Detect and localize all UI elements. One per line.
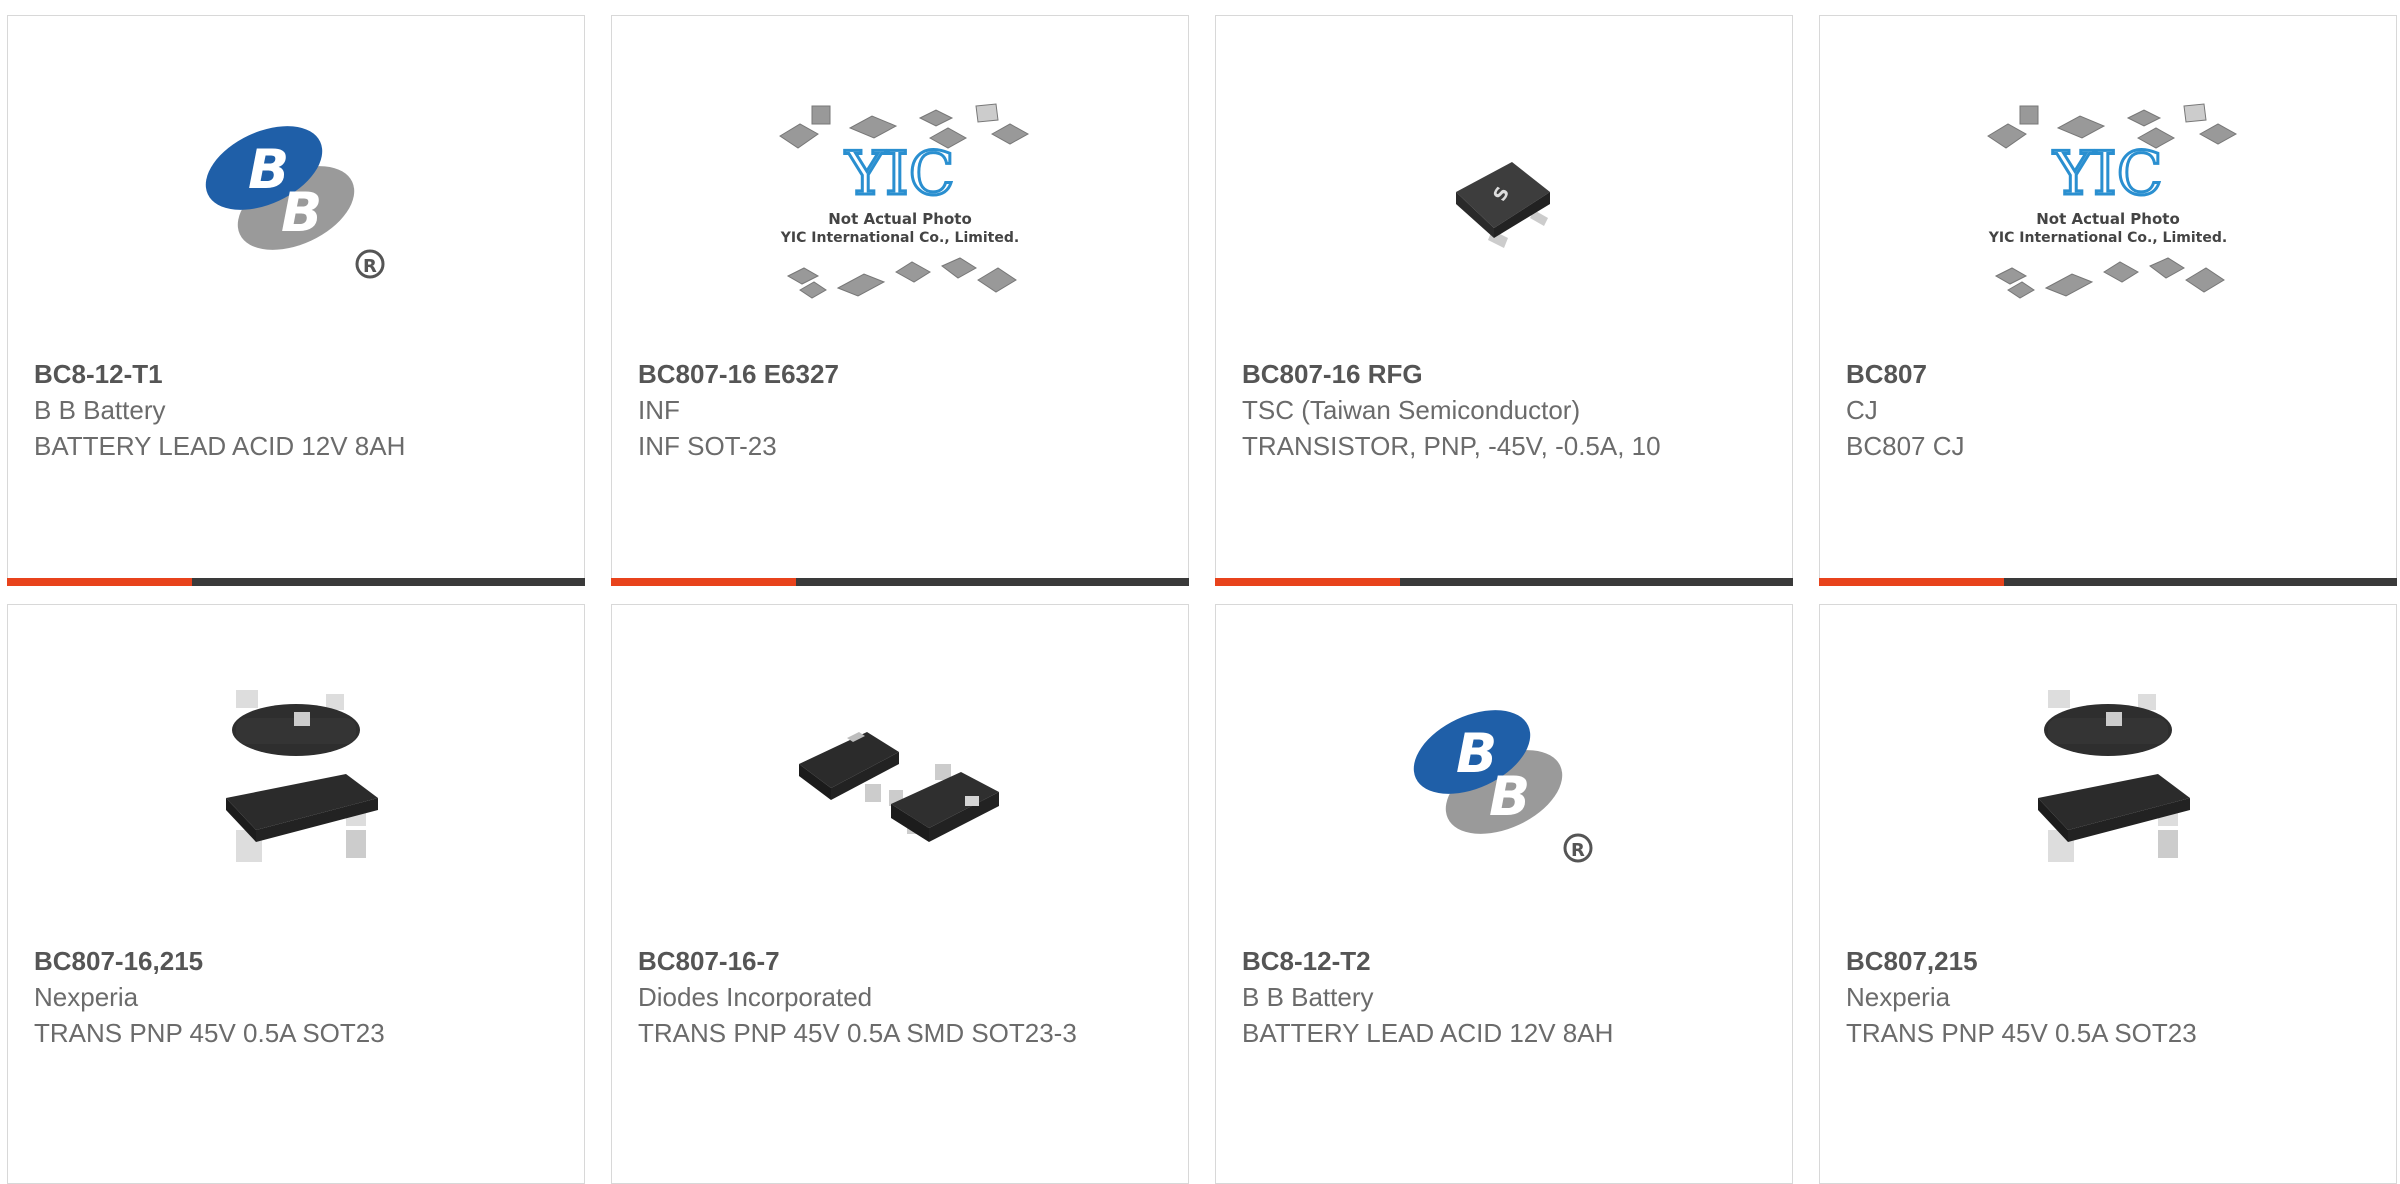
part-number[interactable]: BC8-12-T1 — [34, 356, 474, 392]
description: TRANS PNP 45V 0.5A SOT23 — [34, 1018, 385, 1048]
placeholder-caption: Not Actual Photo — [828, 210, 972, 228]
sot23-pair-icon — [799, 732, 999, 842]
product-image[interactable] — [1968, 660, 2248, 900]
part-number[interactable]: BC807-16 E6327 — [638, 356, 1078, 392]
description: TRANSISTOR, PNP, -45V, -0.5A, 10 — [1242, 431, 1661, 461]
manufacturer: Diodes Incorporated — [638, 982, 873, 1012]
part-number[interactable]: BC807 — [1846, 356, 2286, 392]
product-card[interactable]: YIC Not Actual Photo YIC International C… — [611, 15, 1189, 586]
product-info: BC807-16 RFG TSC (Taiwan Semiconductor) … — [1242, 356, 1682, 464]
product-info: BC807-16,215 Nexperia TRANS PNP 45V 0.5A… — [34, 943, 474, 1051]
placeholder-company: YIC International Co., Limited. — [1988, 230, 2227, 246]
manufacturer: B B Battery — [1242, 982, 1374, 1012]
product-card[interactable]: S BC807-16 RFG TSC (Taiwan Semiconductor… — [1215, 15, 1793, 586]
card-bottom-bar — [1819, 578, 2397, 586]
card-accent-bar — [7, 578, 192, 586]
description: TRANS PNP 45V 0.5A SMD SOT23-3 — [638, 1018, 1077, 1048]
sot23-pair-icon — [2038, 690, 2190, 862]
part-number[interactable]: BC807,215 — [1846, 943, 2286, 979]
card-bottom-bar — [1215, 578, 1793, 586]
part-number[interactable]: BC807-16,215 — [34, 943, 474, 979]
product-image[interactable] — [156, 660, 436, 900]
product-image[interactable]: S — [1364, 76, 1644, 316]
manufacturer: CJ — [1846, 395, 1878, 425]
svg-text:YIC: YIC — [2052, 139, 2162, 209]
description: BATTERY LEAD ACID 12V 8AH — [1242, 1018, 1614, 1048]
card-accent-bar — [1819, 578, 2004, 586]
manufacturer: B B Battery — [34, 395, 166, 425]
product-grid: B B R BC8-12-T1 B B Battery BATTERY LEAD… — [0, 0, 2400, 1184]
description: BC807 CJ — [1846, 431, 1965, 461]
sot23-chip-icon: S — [1456, 162, 1550, 248]
description: TRANS PNP 45V 0.5A SOT23 — [1846, 1018, 2197, 1048]
bb-battery-logo-icon: B B R — [1413, 710, 1593, 863]
product-card[interactable]: B B R BC8-12-T2 B B Battery BATTERY LEAD… — [1215, 604, 1793, 1184]
product-info: BC807,215 Nexperia TRANS PNP 45V 0.5A SO… — [1846, 943, 2286, 1051]
card-accent-bar — [611, 578, 796, 586]
bb-battery-logo-icon: B B R — [205, 126, 385, 279]
product-image[interactable]: B B R — [1364, 660, 1644, 900]
product-image[interactable]: YIC Not Actual Photo YIC International C… — [1968, 76, 2248, 316]
product-card[interactable]: BC807-16-7 Diodes Incorporated TRANS PNP… — [611, 604, 1189, 1184]
sot23-pair-icon — [226, 690, 378, 862]
product-image[interactable]: YIC Not Actual Photo YIC International C… — [760, 76, 1040, 316]
description: INF SOT-23 — [638, 431, 777, 461]
description: BATTERY LEAD ACID 12V 8AH — [34, 431, 406, 461]
manufacturer: Nexperia — [1846, 982, 1951, 1012]
product-image[interactable] — [760, 660, 1040, 900]
svg-text:R: R — [363, 256, 377, 277]
card-bottom-bar — [611, 578, 1189, 586]
manufacturer: TSC (Taiwan Semiconductor) — [1242, 395, 1581, 425]
part-number[interactable]: BC8-12-T2 — [1242, 943, 1682, 979]
product-info: BC807 CJ BC807 CJ — [1846, 356, 2286, 464]
yic-placeholder-icon: YIC Not Actual Photo YIC International C… — [1987, 103, 2238, 299]
svg-text:B: B — [1489, 765, 1530, 828]
placeholder-caption: Not Actual Photo — [2036, 210, 2180, 228]
card-bottom-bar — [7, 578, 585, 586]
product-image[interactable]: B B R — [156, 76, 436, 316]
part-number[interactable]: BC807-16 RFG — [1242, 356, 1682, 392]
product-info: BC8-12-T1 B B Battery BATTERY LEAD ACID … — [34, 356, 474, 464]
svg-text:B: B — [281, 181, 322, 244]
svg-text:YIC: YIC — [844, 139, 954, 209]
product-card[interactable]: BC807,215 Nexperia TRANS PNP 45V 0.5A SO… — [1819, 604, 2397, 1184]
product-info: BC807-16-7 Diodes Incorporated TRANS PNP… — [638, 943, 1078, 1051]
product-info: BC8-12-T2 B B Battery BATTERY LEAD ACID … — [1242, 943, 1682, 1051]
product-card[interactable]: YIC Not Actual Photo YIC International C… — [1819, 15, 2397, 586]
svg-text:R: R — [1571, 840, 1585, 861]
card-accent-bar — [1215, 578, 1400, 586]
product-info: BC807-16 E6327 INF INF SOT-23 — [638, 356, 1078, 464]
placeholder-company: YIC International Co., Limited. — [780, 230, 1019, 246]
product-card[interactable]: B B R BC8-12-T1 B B Battery BATTERY LEAD… — [7, 15, 585, 586]
manufacturer: Nexperia — [34, 982, 139, 1012]
manufacturer: INF — [638, 395, 680, 425]
yic-placeholder-icon: YIC Not Actual Photo YIC International C… — [779, 103, 1030, 299]
part-number[interactable]: BC807-16-7 — [638, 943, 1078, 979]
product-card[interactable]: BC807-16,215 Nexperia TRANS PNP 45V 0.5A… — [7, 604, 585, 1184]
